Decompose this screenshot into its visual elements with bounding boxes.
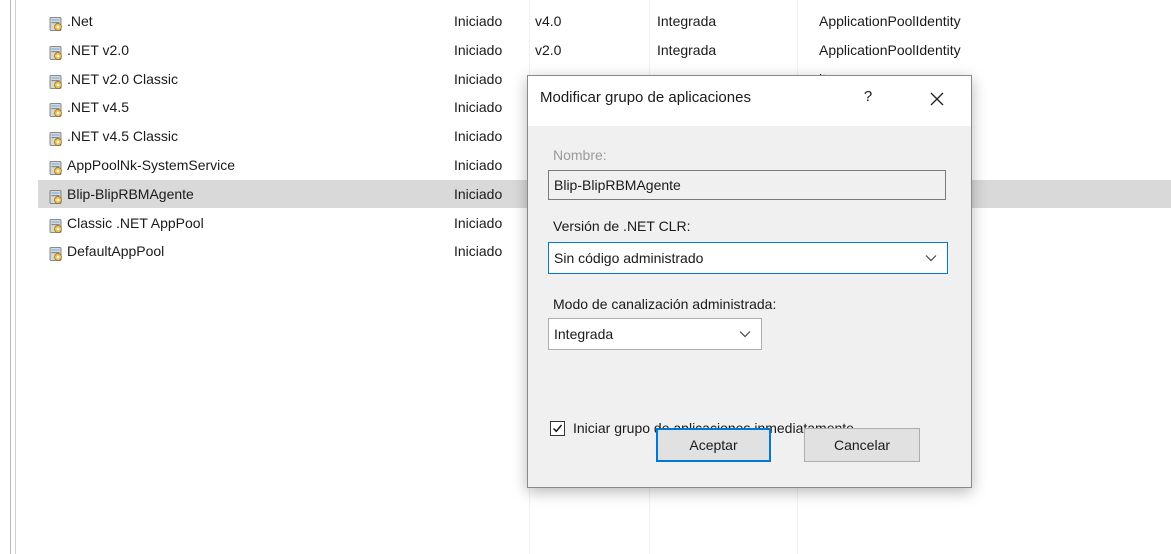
pool-name-cell: Blip-BlipRBMAgente	[48, 180, 194, 208]
pool-name: .Net	[67, 13, 93, 29]
help-button[interactable]: ?	[855, 84, 881, 110]
application-pool-icon	[48, 243, 64, 262]
pool-name: .NET v2.0	[67, 41, 129, 58]
pool-name-cell: .Net	[48, 7, 93, 35]
pipeline-mode-label: Modo de canalización administrada:	[553, 296, 777, 312]
application-pool-icon	[48, 186, 64, 204]
pool-status: Iniciado	[454, 128, 503, 145]
pool-identity: ApplicationPoolIdentity	[819, 13, 961, 29]
pool-name: Blip-BlipRBMAgente	[67, 185, 194, 202]
application-pool-icon	[48, 42, 64, 60]
clr-version-label: Versión de .NET CLR:	[553, 218, 691, 234]
chevron-down-icon	[739, 331, 751, 338]
pool-name-cell: .NET v4.5	[48, 93, 129, 121]
close-button[interactable]	[922, 84, 952, 112]
pool-name-cell: .NET v2.0	[48, 36, 129, 64]
name-field: Blip-BlipRBMAgente	[548, 170, 946, 200]
pool-status: Iniciado	[454, 13, 503, 29]
pipeline-mode-value: Integrada	[554, 326, 614, 342]
dialog-body: Nombre: Blip-BlipRBMAgente Versión de .N…	[528, 126, 971, 487]
pool-name-cell: DefaultAppPool	[48, 237, 164, 265]
pool-clr-version: v2.0	[535, 41, 562, 58]
pool-status: Iniciado	[454, 185, 503, 202]
clr-version-select[interactable]: Sin código administrado	[548, 242, 948, 274]
application-pool-icon	[48, 157, 64, 175]
pool-status: Iniciado	[454, 243, 503, 260]
pool-name: AppPoolNk-SystemService	[67, 157, 236, 173]
pipeline-mode-select[interactable]: Integrada	[548, 318, 762, 350]
application-pool-icon	[48, 13, 64, 31]
pool-name-cell: Classic .NET AppPool	[48, 209, 204, 237]
pool-clr-version: v4.0	[535, 13, 562, 29]
pool-name: .NET v4.5 Classic	[67, 128, 178, 145]
application-pool-icon	[48, 128, 64, 147]
pool-status: Iniciado	[454, 157, 503, 173]
application-pool-icon	[48, 71, 64, 89]
application-pool-icon	[48, 215, 64, 233]
pool-name-cell: .NET v4.5 Classic	[48, 122, 178, 150]
chevron-down-icon	[925, 255, 937, 262]
pool-name: Classic .NET AppPool	[67, 214, 204, 231]
ok-button[interactable]: Aceptar	[656, 428, 771, 462]
pool-name: DefaultAppPool	[67, 243, 165, 260]
pool-identity: ApplicationPoolIdentity	[819, 41, 961, 58]
pool-status: Iniciado	[454, 99, 503, 116]
clr-version-value: Sin código administrado	[554, 250, 704, 266]
pool-name: .NET v4.5	[67, 99, 129, 116]
pool-name-cell: AppPoolNk-SystemService	[48, 151, 235, 179]
pool-row[interactable]: .Net Iniciado v4.0 Integrada ApplicationPool…	[38, 7, 1171, 35]
close-icon	[930, 92, 944, 106]
pool-status: Iniciado	[454, 70, 503, 87]
checkmark-icon	[553, 424, 563, 432]
pool-row[interactable]: .NET v2.0 Iniciado v2.0 Integrada Applicatio…	[38, 36, 1171, 64]
pool-name: .NET v2.0 Classic	[67, 70, 178, 87]
name-label: Nombre:	[553, 147, 607, 163]
edit-application-pool-dialog: Modificar grupo de aplicaciones ? Nombre…	[527, 75, 972, 488]
pool-status: Iniciado	[454, 41, 503, 58]
pool-pipeline-mode: Integrada	[657, 41, 717, 58]
pool-name-cell: .NET v2.0 Classic	[48, 65, 178, 93]
cancel-button[interactable]: Cancelar	[804, 428, 920, 462]
pool-pipeline-mode: Integrada	[657, 13, 717, 29]
pool-status: Iniciado	[454, 214, 503, 231]
start-immediately-checkbox[interactable]	[550, 420, 565, 436]
dialog-title: Modificar grupo de aplicaciones	[540, 89, 751, 106]
application-pool-icon	[48, 99, 64, 118]
